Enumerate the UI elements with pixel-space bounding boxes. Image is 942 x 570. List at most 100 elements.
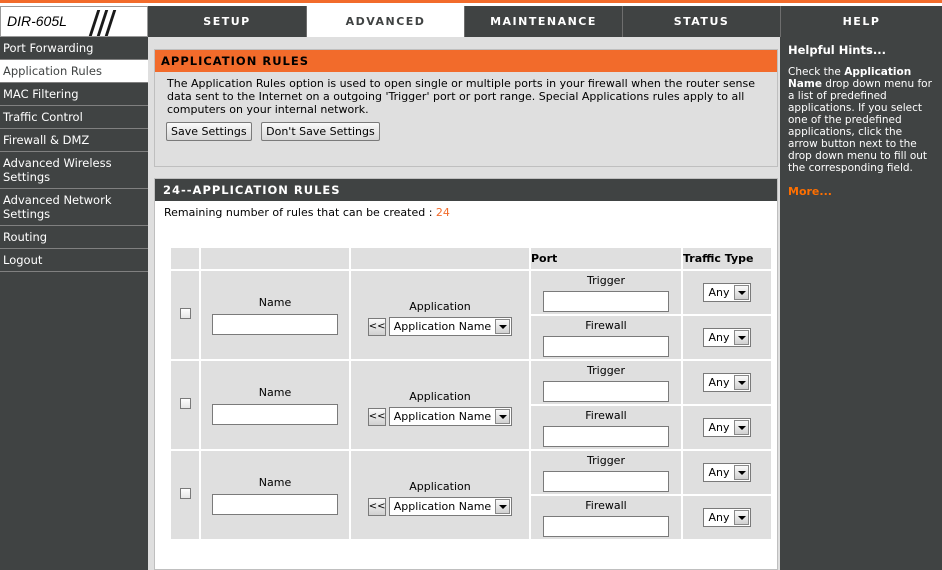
firewall-traffic-type-select[interactable]: Any bbox=[703, 418, 751, 437]
hints-text-part: Check the bbox=[788, 66, 845, 78]
rule-name-input[interactable] bbox=[212, 493, 338, 515]
name-label: Name bbox=[258, 385, 292, 399]
save-settings-button[interactable]: Save Settings bbox=[166, 122, 252, 141]
trigger-port-input[interactable] bbox=[543, 380, 669, 402]
application-select[interactable]: Application Name bbox=[388, 497, 513, 516]
name-label: Name bbox=[258, 475, 292, 489]
intro-description: The Application Rules option is used to … bbox=[167, 77, 755, 116]
chevron-down-icon bbox=[495, 499, 511, 514]
chevron-down-icon bbox=[733, 510, 749, 525]
firewall-port-input[interactable] bbox=[543, 425, 669, 447]
sidebar-item-routing[interactable]: Routing bbox=[0, 226, 148, 249]
rule-enable-checkbox[interactable] bbox=[179, 398, 191, 409]
chevron-down-icon bbox=[733, 375, 749, 390]
sidebar-item-logout[interactable]: Logout bbox=[0, 249, 148, 272]
firewall-label: Firewall bbox=[585, 408, 627, 422]
sidebar-item-mac-filtering[interactable]: MAC Filtering bbox=[0, 83, 148, 106]
copy-application-button[interactable]: << bbox=[367, 497, 386, 516]
hints-title: Helpful Hints... bbox=[788, 43, 886, 57]
main-content: APPLICATION RULES The Application Rules … bbox=[148, 37, 780, 570]
header-cell bbox=[351, 248, 529, 269]
sidebar-item-advanced-network[interactable]: Advanced Network Settings bbox=[0, 189, 148, 226]
rule-name-cell: Name bbox=[201, 271, 349, 359]
tab-status[interactable]: STATUS bbox=[622, 6, 780, 37]
trigger-traffic-type-select[interactable]: Any bbox=[703, 463, 751, 482]
firewall-cell: Firewall bbox=[531, 406, 681, 449]
rule-enable-checkbox[interactable] bbox=[179, 488, 191, 499]
remaining-rules: Remaining number of rules that can be cr… bbox=[155, 201, 777, 219]
copy-application-button[interactable]: << bbox=[367, 317, 386, 336]
firewall-port-input[interactable] bbox=[543, 515, 669, 537]
rule-enable-cell bbox=[171, 361, 199, 449]
chevron-down-icon bbox=[733, 465, 749, 480]
application-select-value: Application Name bbox=[393, 410, 492, 423]
header-cell bbox=[171, 248, 199, 269]
sidebar-item-advanced-wireless[interactable]: Advanced Wireless Settings bbox=[0, 152, 148, 189]
firewall-type-value: Any bbox=[708, 331, 730, 344]
trigger-traffic-type-select[interactable]: Any bbox=[703, 373, 751, 392]
application-label: Application bbox=[409, 480, 471, 493]
firewall-type-cell: Any bbox=[683, 496, 771, 539]
rule-name-input[interactable] bbox=[212, 313, 338, 335]
trigger-port-input[interactable] bbox=[543, 290, 669, 312]
sidebar-item-port-forwarding[interactable]: Port Forwarding bbox=[0, 37, 148, 60]
trigger-type-value: Any bbox=[708, 376, 730, 389]
header-cell bbox=[201, 248, 349, 269]
top-accent-line bbox=[0, 0, 942, 3]
copy-application-button[interactable]: << bbox=[367, 407, 386, 426]
intro-section: APPLICATION RULES The Application Rules … bbox=[154, 49, 778, 167]
trigger-label: Trigger bbox=[587, 273, 625, 287]
application-select-value: Application Name bbox=[393, 320, 492, 333]
remaining-count: 24 bbox=[435, 206, 450, 219]
chevron-down-icon bbox=[495, 409, 511, 424]
trigger-port-input[interactable] bbox=[543, 470, 669, 492]
chevron-down-icon bbox=[733, 285, 749, 300]
application-select[interactable]: Application Name bbox=[388, 407, 513, 426]
rule-name-cell: Name bbox=[201, 361, 349, 449]
brand-logo: DIR-605L bbox=[0, 6, 148, 37]
sidebar-item-firewall-dmz[interactable]: Firewall & DMZ bbox=[0, 129, 148, 152]
trigger-cell: Trigger bbox=[531, 451, 681, 494]
trigger-traffic-type-select[interactable]: Any bbox=[703, 283, 751, 302]
rule-row: Name Application << Application Name Trigger… bbox=[171, 271, 771, 359]
trigger-cell: Trigger bbox=[531, 361, 681, 404]
name-label: Name bbox=[258, 295, 292, 309]
header-port-label: Port bbox=[531, 252, 558, 265]
dont-save-settings-button[interactable]: Don't Save Settings bbox=[261, 122, 380, 141]
rule-enable-checkbox[interactable] bbox=[179, 308, 191, 319]
hints-text-part: drop down menu for a list of predefined … bbox=[788, 78, 932, 174]
chevron-down-icon bbox=[733, 420, 749, 435]
application-label: Application bbox=[409, 300, 471, 313]
rule-name-input[interactable] bbox=[212, 403, 338, 425]
sidebar-item-application-rules[interactable]: Application Rules bbox=[0, 60, 148, 83]
trigger-type-value: Any bbox=[708, 466, 730, 479]
rule-enable-cell bbox=[171, 271, 199, 359]
trigger-type-value: Any bbox=[708, 286, 730, 299]
rule-application-cell: Application << Application Name bbox=[351, 361, 529, 449]
firewall-traffic-type-select[interactable]: Any bbox=[703, 328, 751, 347]
tab-setup[interactable]: SETUP bbox=[148, 6, 306, 37]
firewall-port-input[interactable] bbox=[543, 335, 669, 357]
trigger-label: Trigger bbox=[587, 453, 625, 467]
firewall-type-cell: Any bbox=[683, 406, 771, 449]
more-link[interactable]: More... bbox=[788, 185, 934, 198]
application-select-value: Application Name bbox=[393, 500, 492, 513]
sidebar-item-traffic-control[interactable]: Traffic Control bbox=[0, 106, 148, 129]
hints-text: Check the Application Name drop down men… bbox=[788, 66, 934, 174]
trigger-type-cell: Any bbox=[683, 271, 771, 314]
firewall-type-cell: Any bbox=[683, 316, 771, 359]
header-traffic-type: Traffic Type bbox=[683, 248, 771, 269]
tab-advanced[interactable]: ADVANCED bbox=[306, 6, 464, 37]
helpful-hints: Helpful Hints... Check the Application N… bbox=[780, 37, 942, 570]
application-select[interactable]: Application Name bbox=[388, 317, 513, 336]
firewall-cell: Firewall bbox=[531, 496, 681, 539]
trigger-type-cell: Any bbox=[683, 361, 771, 404]
rule-enable-cell bbox=[171, 451, 199, 539]
trigger-label: Trigger bbox=[587, 363, 625, 377]
section-title: APPLICATION RULES bbox=[155, 50, 777, 72]
tab-maintenance[interactable]: MAINTENANCE bbox=[464, 6, 622, 37]
firewall-traffic-type-select[interactable]: Any bbox=[703, 508, 751, 527]
remaining-label: Remaining number of rules that can be cr… bbox=[164, 206, 433, 219]
trigger-type-cell: Any bbox=[683, 451, 771, 494]
tab-help[interactable]: HELP bbox=[780, 6, 942, 37]
